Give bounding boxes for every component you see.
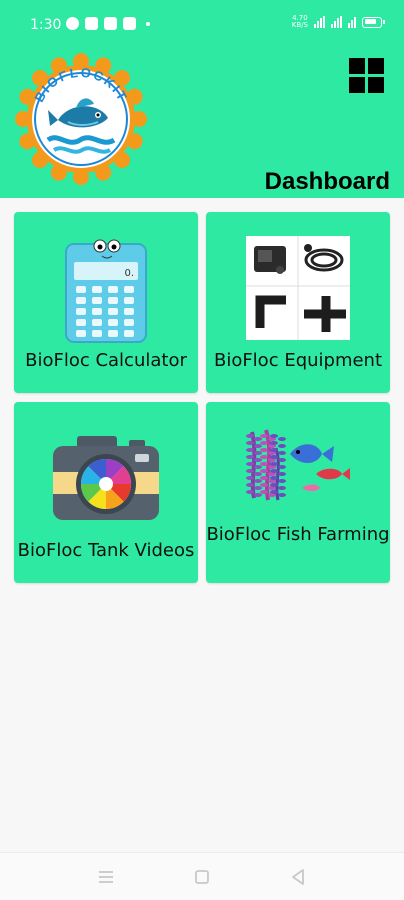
card-biofloc-equipment[interactable]: BioFloc Equipment	[206, 212, 390, 393]
status-indicators: 4.70 KB/S	[291, 14, 385, 29]
status-bar: 1:30 4.70 KB/S	[0, 0, 404, 50]
cell-signal-icon	[331, 16, 342, 28]
card-label: BioFloc Calculator	[25, 350, 187, 371]
instagram-notification-icon	[104, 17, 117, 30]
battery-level	[364, 19, 376, 24]
page-title: Dashboard	[264, 168, 390, 195]
volte-signal-icon	[314, 16, 325, 28]
status-time: 1:30	[30, 17, 62, 33]
equipment-icon	[246, 236, 350, 340]
notification-icons	[66, 17, 150, 30]
card-label: BioFloc Fish Farming	[206, 524, 390, 545]
aquarium-fish-icon	[246, 429, 350, 501]
chat-notification-icon	[66, 17, 79, 30]
recent-apps-icon[interactable]	[96, 867, 116, 887]
card-label: BioFloc Tank Videos	[17, 540, 195, 561]
calculator-icon: 0.	[65, 239, 147, 343]
home-icon[interactable]	[192, 867, 212, 887]
app-notification-icon	[85, 17, 98, 30]
grid-menu-button[interactable]	[349, 58, 384, 93]
more-notifications-dot-icon	[146, 21, 150, 26]
card-biofloc-calculator[interactable]: 0. BioFloc Calculator	[14, 212, 198, 393]
system-nav-bar	[0, 852, 404, 900]
svg-text:0.: 0.	[124, 268, 134, 279]
card-biofloc-fish-farming[interactable]: BioFloc Fish Farming	[206, 402, 390, 583]
card-label: BioFloc Equipment	[213, 350, 383, 371]
back-icon[interactable]	[288, 867, 308, 887]
wifi-signal-icon	[348, 16, 356, 28]
battery-icon	[362, 16, 385, 28]
bioflockit-logo: BIOFLOCKIT	[15, 53, 147, 185]
card-biofloc-tank-videos[interactable]: BioFloc Tank Videos	[14, 402, 198, 583]
grid-menu-icon	[349, 58, 365, 74]
camera-icon	[53, 436, 159, 520]
network-speed: 4.70 KB/S	[291, 14, 308, 29]
message-notification-icon	[123, 17, 136, 30]
